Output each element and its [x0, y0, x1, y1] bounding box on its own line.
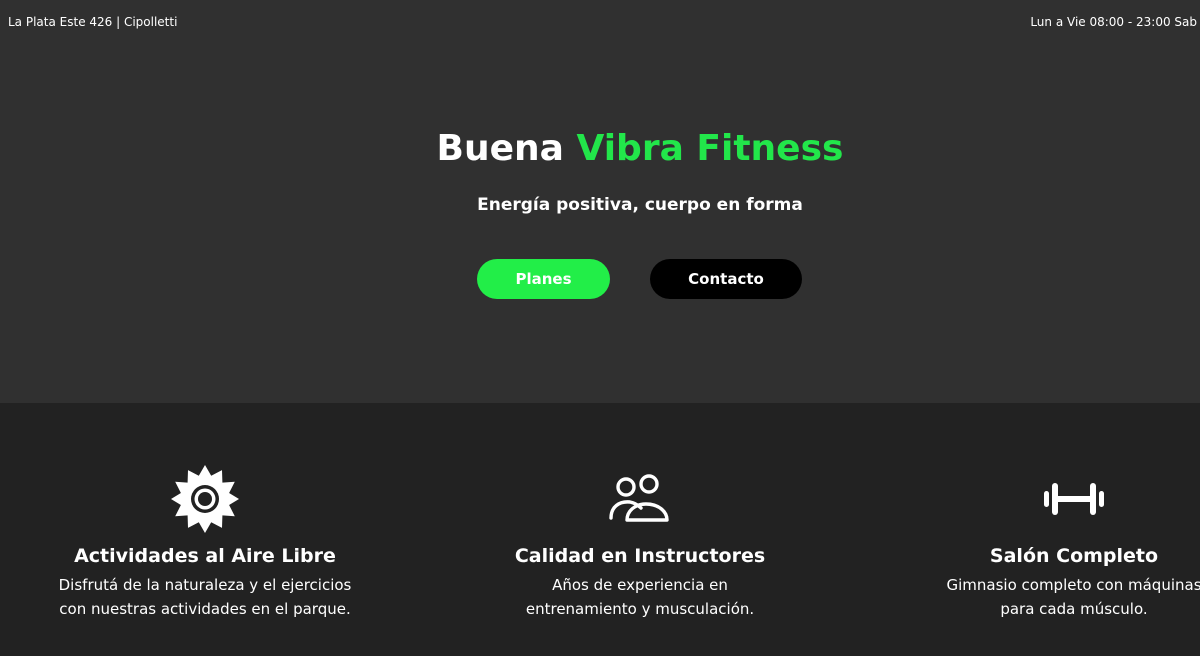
users-icon [606, 465, 674, 533]
feature-description: Gimnasio completo con máquinas para cada… [884, 573, 1200, 621]
feature-gym: Salón Completo Gimnasio completo con máq… [884, 403, 1200, 656]
feature-outdoor: Actividades al Aire Libre Disfrutá de la… [15, 403, 395, 656]
contacto-button[interactable]: Contacto [650, 259, 802, 299]
sun-icon [171, 465, 239, 533]
feature-description: Años de experiencia en entrenamiento y m… [450, 573, 830, 621]
feature-instructors: Calidad en Instructores Años de experien… [450, 403, 830, 656]
dumbbell-icon [1040, 465, 1108, 533]
feature-title: Actividades al Aire Libre [74, 545, 336, 567]
hero-title: Buena Vibra Fitness [0, 128, 1200, 169]
address-text: La Plata Este 426 | Cipolletti [8, 15, 178, 29]
hero-subtitle: Energía positiva, cuerpo en forma [477, 195, 803, 215]
feature-description-line: Años de experiencia en [552, 576, 728, 594]
features-section: Actividades al Aire Libre Disfrutá de la… [0, 403, 1200, 656]
feature-description-line: Gimnasio completo con máquinas [946, 576, 1200, 594]
feature-description-line: con nuestras actividades en el parque. [59, 600, 351, 618]
hero-section: La Plata Este 426 | Cipolletti Lun a Vie… [0, 0, 1200, 403]
top-info-bar: La Plata Este 426 | Cipolletti Lun a Vie… [0, 0, 1200, 44]
feature-description-line: entrenamiento y musculación. [525, 600, 755, 618]
planes-button[interactable]: Planes [477, 259, 610, 299]
feature-description: Disfrutá de la naturaleza y el ejercicio… [15, 573, 395, 621]
opening-hours-text: Lun a Vie 08:00 - 23:00 Sab [1030, 15, 1197, 29]
feature-description-line: para cada músculo. [1000, 600, 1148, 618]
feature-title: Calidad en Instructores [514, 545, 766, 567]
feature-title: Salón Completo [989, 545, 1159, 567]
hero-title-accent: Vibra Fitness [576, 128, 844, 169]
feature-description-line: Disfrutá de la naturaleza y el ejercicio… [58, 576, 352, 594]
hero-title-main: Buena [436, 128, 577, 169]
